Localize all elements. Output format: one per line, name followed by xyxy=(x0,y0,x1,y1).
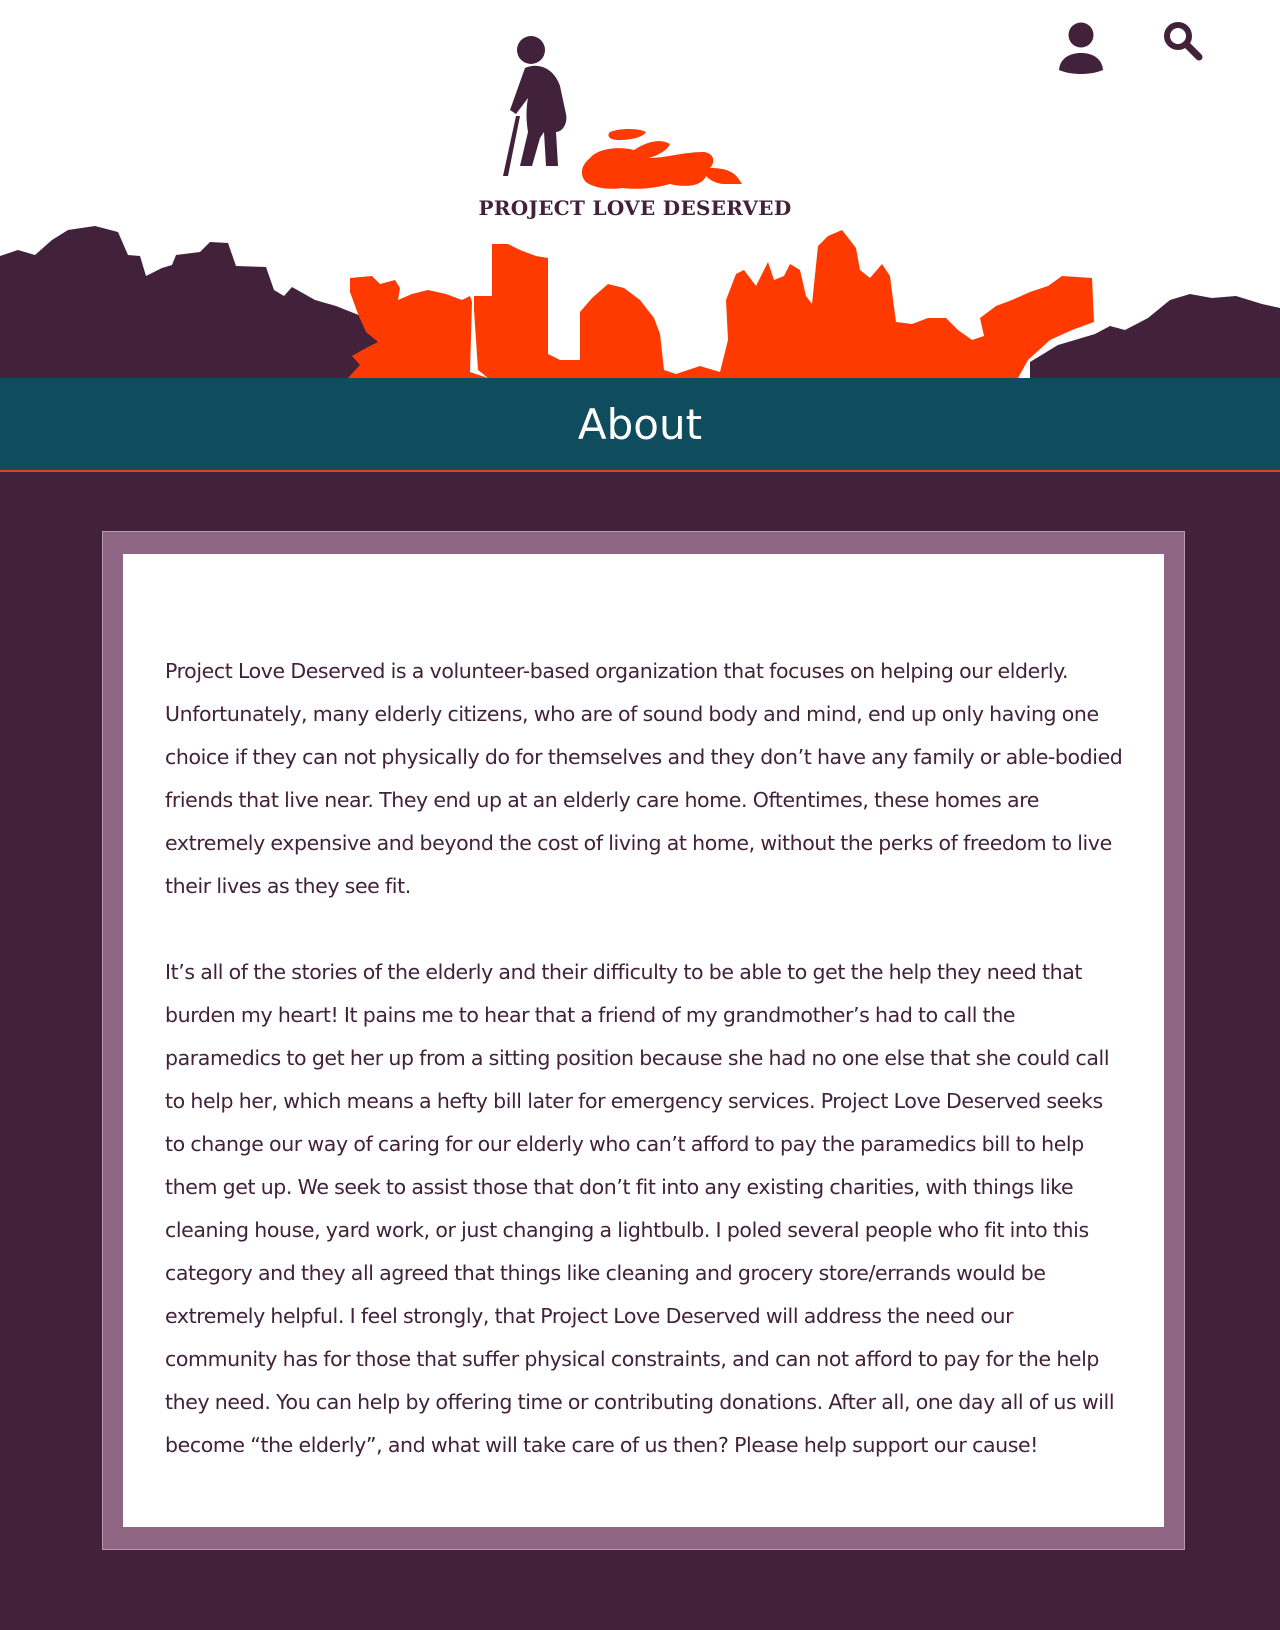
about-paragraph-1: Project Love Deserved is a volunteer-bas… xyxy=(165,659,1123,898)
about-paragraph-2: It’s all of the stories of the elderly a… xyxy=(165,960,1115,1457)
user-icon xyxy=(1059,22,1103,74)
page-title: About xyxy=(577,400,703,449)
site-header: PROJECT LOVE DESERVED xyxy=(0,0,1280,378)
page-title-bar: About xyxy=(0,378,1280,472)
account-button[interactable] xyxy=(1058,22,1104,74)
about-card: Project Love Deserved is a volunteer-bas… xyxy=(123,554,1164,1527)
left-skyline-silhouette xyxy=(0,226,392,378)
about-card-frame: Project Love Deserved is a volunteer-bas… xyxy=(102,531,1185,1550)
center-skyline-silhouette xyxy=(348,230,1094,378)
search-button[interactable] xyxy=(1162,20,1204,62)
search-icon xyxy=(1164,22,1203,61)
logo-wordmark: PROJECT LOVE DESERVED xyxy=(478,196,792,220)
